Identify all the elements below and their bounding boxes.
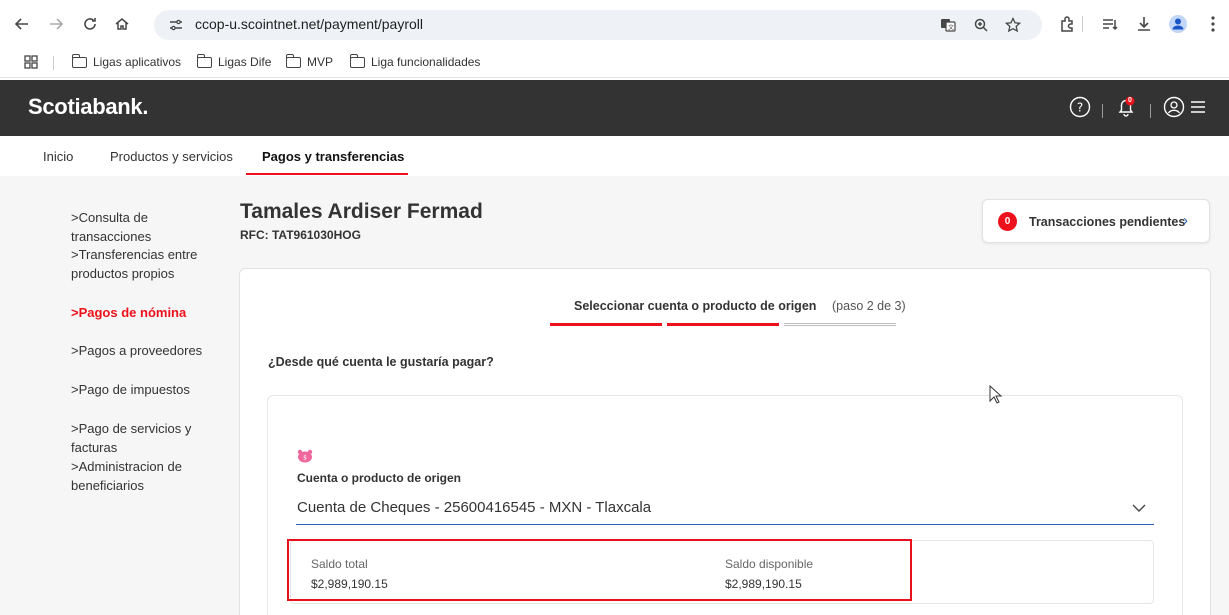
chevron-right-icon: › bbox=[1183, 212, 1188, 229]
home-icon[interactable] bbox=[112, 14, 132, 34]
kebab-menu-icon[interactable] bbox=[1203, 14, 1223, 34]
forward-icon[interactable] bbox=[46, 14, 66, 34]
sidebar-item-consulta-transacciones[interactable]: >Consulta de transacciones bbox=[71, 208, 231, 246]
account-question: ¿Desde qué cuenta le gustaría pagar? bbox=[268, 355, 494, 369]
sidebar-item-label: Pagos de nómina bbox=[78, 305, 187, 320]
bookmark-label: MVP bbox=[307, 55, 334, 69]
sidebar-item-label: Pago de servicios y facturas bbox=[71, 421, 192, 455]
svg-text:?: ? bbox=[1077, 101, 1083, 115]
header-separator bbox=[1150, 104, 1151, 118]
step-indicator-1 bbox=[550, 323, 662, 326]
sidebar-item-label: Pago de impuestos bbox=[78, 382, 190, 397]
user-account-icon[interactable] bbox=[1163, 96, 1187, 120]
sidebar-item-label: Consulta de transacciones bbox=[71, 210, 152, 244]
company-rfc: RFC: TAT961030HOG bbox=[240, 228, 361, 242]
site-header: Scotiabank. ? 0 bbox=[0, 80, 1229, 136]
select-underline bbox=[296, 524, 1154, 525]
translate-icon[interactable]: 文 bbox=[940, 17, 956, 33]
sidebar-item-label: Pagos a proveedores bbox=[78, 343, 203, 358]
bookmarks-bar: Ligas aplicativos Ligas Dife MVP Liga fu… bbox=[0, 48, 1229, 78]
sidebar-item-pago-servicios-facturas[interactable]: >Pago de servicios y facturas bbox=[71, 419, 241, 457]
folder-icon bbox=[71, 53, 87, 68]
pending-count-badge: 0 bbox=[998, 212, 1017, 231]
notifications-bell-icon[interactable]: 0 bbox=[1115, 95, 1139, 119]
sidebar-item-administracion-beneficiarios[interactable]: >Administracion de beneficiarios bbox=[71, 457, 201, 495]
step-count: (paso 2 de 3) bbox=[832, 299, 906, 313]
header-separator bbox=[1102, 104, 1103, 118]
svg-text:文: 文 bbox=[948, 24, 954, 32]
pending-transactions-button[interactable]: 0 Transacciones pendientes › bbox=[982, 199, 1210, 243]
step-indicator-2 bbox=[667, 323, 779, 326]
folder-icon bbox=[285, 53, 301, 68]
sidebar-item-transferencias-propios[interactable]: >Transferencias entre productos propios bbox=[71, 245, 211, 283]
sidebar-item-pagos-nomina[interactable]: >Pagos de nómina bbox=[71, 303, 231, 322]
bookmark-item[interactable]: MVP bbox=[285, 53, 334, 69]
mouse-cursor-icon bbox=[989, 385, 1003, 404]
bookmark-item[interactable]: Liga funcionalidades bbox=[349, 53, 481, 69]
pending-transactions-label: Transacciones pendientes bbox=[1029, 215, 1186, 229]
annotation-highlight-box bbox=[287, 539, 912, 601]
bookmark-label: Liga funcionalidades bbox=[371, 55, 481, 69]
folder-icon bbox=[349, 53, 365, 68]
bookmark-label: Ligas aplicativos bbox=[93, 55, 182, 69]
url-text: ccop-u.scointnet.net/payment/payroll bbox=[195, 16, 424, 32]
reload-icon[interactable] bbox=[80, 14, 100, 34]
bookmark-item[interactable]: Ligas Dife bbox=[196, 53, 272, 69]
sidebar-item-pago-impuestos[interactable]: >Pago de impuestos bbox=[71, 380, 231, 399]
profile-avatar[interactable] bbox=[1168, 14, 1188, 34]
sidebar-item-pagos-proveedores[interactable]: >Pagos a proveedores bbox=[71, 341, 231, 360]
hamburger-menu-icon[interactable] bbox=[1189, 98, 1213, 122]
browser-toolbar: ccop-u.scointnet.net/payment/payroll 文 bbox=[0, 0, 1229, 48]
nav-productos-servicios[interactable]: Productos y servicios bbox=[110, 149, 233, 164]
company-name: Tamales Ardiser Fermad bbox=[240, 200, 483, 223]
main-navigation: Inicio Productos y servicios Pagos y tra… bbox=[0, 136, 1229, 176]
origin-account-select[interactable]: Cuenta de Cheques - 25600416545 - MXN - … bbox=[297, 499, 651, 516]
bookmark-label: Ligas Dife bbox=[218, 55, 272, 69]
download-icon[interactable] bbox=[1134, 14, 1154, 34]
origin-account-label: Cuenta o producto de origen bbox=[297, 471, 461, 485]
toolbar-separator bbox=[1082, 16, 1083, 32]
chevron-down-icon[interactable] bbox=[1131, 500, 1147, 516]
help-icon[interactable]: ? bbox=[1069, 96, 1093, 120]
bookmarks-separator bbox=[53, 56, 54, 70]
site-info-icon[interactable] bbox=[168, 17, 184, 33]
step-title: Seleccionar cuenta o producto de origen bbox=[574, 299, 817, 313]
reading-list-icon[interactable] bbox=[1100, 14, 1120, 34]
bookmark-star-icon[interactable] bbox=[1005, 17, 1021, 33]
nav-inicio[interactable]: Inicio bbox=[43, 149, 73, 164]
address-bar[interactable]: ccop-u.scointnet.net/payment/payroll 文 bbox=[154, 10, 1042, 40]
folder-icon bbox=[196, 53, 212, 68]
back-icon[interactable] bbox=[12, 14, 32, 34]
zoom-icon[interactable] bbox=[973, 17, 989, 33]
scotiabank-logo[interactable]: Scotiabank. bbox=[28, 94, 148, 120]
notification-count: 0 bbox=[1128, 97, 1132, 104]
sidebar-item-label: Administracion de beneficiarios bbox=[71, 459, 182, 493]
step-indicator-3 bbox=[784, 323, 896, 326]
bookmark-item[interactable]: Ligas aplicativos bbox=[71, 53, 182, 69]
piggy-bank-icon: $ bbox=[297, 449, 313, 463]
nav-pagos-transferencias[interactable]: Pagos y transferencias bbox=[262, 149, 404, 164]
active-nav-indicator bbox=[246, 173, 408, 175]
svg-text:$: $ bbox=[303, 455, 307, 462]
sidebar-item-label: Transferencias entre productos propios bbox=[71, 247, 198, 281]
apps-grid-icon[interactable] bbox=[24, 55, 38, 69]
extensions-icon[interactable] bbox=[1058, 14, 1078, 34]
